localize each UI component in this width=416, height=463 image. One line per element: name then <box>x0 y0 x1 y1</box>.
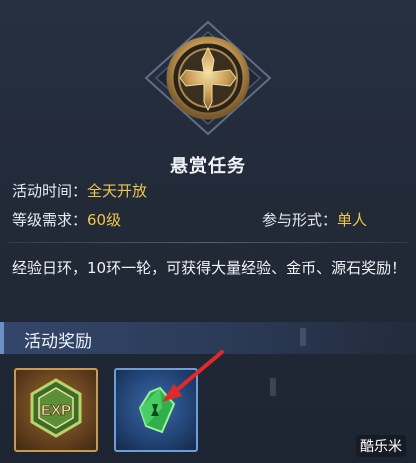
exp-icon: EXP <box>30 378 82 438</box>
participation-mode-row: 参与形式：单人 <box>262 210 367 230</box>
participation-mode-value: 单人 <box>337 211 368 229</box>
rewards-header-label: 活动奖励 <box>24 332 92 352</box>
reward-item-exp[interactable]: EXP <box>14 368 98 452</box>
exp-icon-text: EXP <box>41 402 71 419</box>
level-requirement-row: 等级需求：60级 <box>12 210 121 230</box>
level-requirement-value: 60级 <box>87 211 122 229</box>
activity-time-label: 活动时间： <box>12 182 88 200</box>
level-requirement-label: 等级需求： <box>12 211 88 229</box>
activity-time-value: 全天开放 <box>87 182 148 200</box>
activity-title: 悬赏任务 <box>170 156 246 177</box>
rewards-header-accent <box>0 322 4 354</box>
background-ghost-text-1: ▌ <box>300 328 312 346</box>
divider <box>8 242 408 243</box>
watermark: 酷乐米 <box>356 435 406 457</box>
activity-emblem <box>138 18 278 138</box>
cross-shield-icon <box>144 20 272 136</box>
background-ghost-text-2: ▌ <box>270 378 282 396</box>
activity-description: 经验日环，10环一轮，可获得大量经验、金币、源石奖励！ <box>12 259 407 277</box>
pointer-arrow-icon <box>162 350 224 402</box>
activity-time-row: 活动时间：全天开放 <box>12 181 147 201</box>
activity-detail-panel: 悬赏任务 活动时间：全天开放 等级需求：60级 参与形式：单人 经验日环，10环… <box>0 0 416 463</box>
participation-mode-label: 参与形式： <box>262 211 338 229</box>
